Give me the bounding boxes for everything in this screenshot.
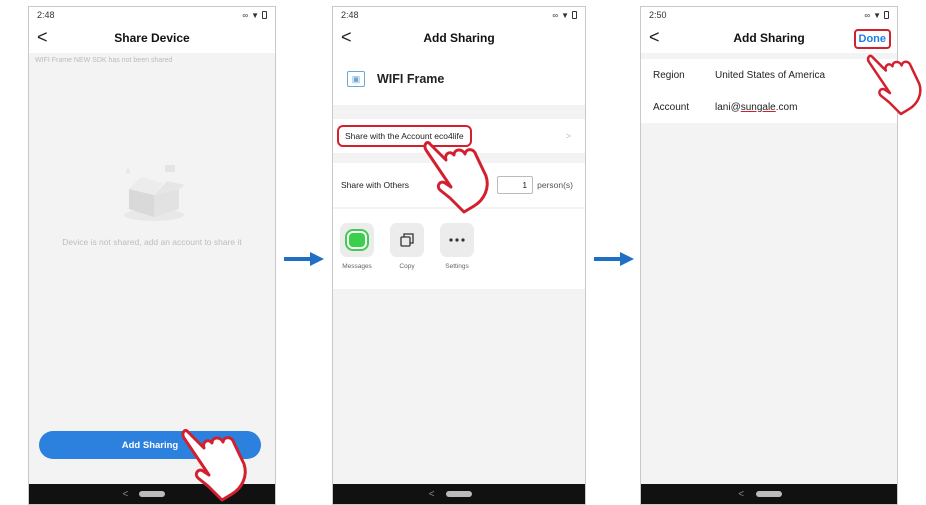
- empty-state-text: Device is not shared, add an account to …: [62, 237, 242, 247]
- link-icon: ∞: [552, 10, 559, 20]
- back-icon[interactable]: <: [341, 27, 352, 47]
- share-others-label: Share with Others: [341, 180, 410, 190]
- battery-icon: [572, 11, 577, 19]
- account-domain: sungale: [740, 101, 776, 113]
- back-icon[interactable]: <: [37, 27, 48, 47]
- copy-icon: [390, 223, 424, 257]
- picture-frame-icon: ▣: [347, 71, 365, 87]
- nav-back-icon[interactable]: <: [429, 489, 435, 500]
- back-icon[interactable]: <: [649, 27, 660, 47]
- person-count-input[interactable]: 1: [497, 176, 534, 194]
- battery-icon: [884, 11, 889, 19]
- status-time: 2:50: [649, 10, 667, 20]
- account-suffix: .com: [775, 101, 798, 113]
- nav-back-icon[interactable]: <: [122, 489, 128, 500]
- wifi-icon: ▼: [873, 10, 881, 20]
- wifi-icon: ▼: [561, 10, 569, 20]
- status-bar: 2:48 ∞ ▼: [29, 7, 275, 23]
- pointing-hand-icon: [181, 429, 247, 502]
- nav-home-pill[interactable]: [446, 491, 472, 497]
- battery-icon: [262, 11, 267, 19]
- status-icons: ∞ ▼: [864, 11, 889, 20]
- system-nav-bar: <: [641, 484, 897, 504]
- account-row: Account lani@sungale.com: [641, 91, 897, 123]
- region-label: Region: [653, 69, 685, 81]
- wifi-icon: ▼: [251, 10, 259, 20]
- nav-bar: < Add Sharing Done: [641, 23, 897, 53]
- person-unit: person(s): [537, 180, 573, 190]
- status-icons: ∞ ▼: [242, 11, 267, 20]
- empty-box-icon: [124, 165, 185, 221]
- status-time: 2:48: [341, 10, 359, 20]
- page-title: Share Device: [114, 31, 190, 45]
- status-icons: ∞ ▼: [552, 11, 577, 20]
- nav-home-pill[interactable]: [756, 491, 782, 497]
- share-target-settings[interactable]: Settings: [439, 223, 475, 289]
- messages-icon: [340, 223, 374, 257]
- person-count-group: 1 person(s): [497, 176, 573, 194]
- share-target-label: Messages: [342, 263, 372, 270]
- step-arrow-icon: [284, 252, 324, 266]
- add-sharing-content: ▣ WIFI Frame Share with the Account eco4…: [333, 53, 585, 484]
- step-arrow-icon: [594, 252, 634, 266]
- tutorial-stage: 2:48 ∞ ▼ < Share Device WIFI Frame NEW S…: [0, 0, 926, 505]
- share-target-label: Copy: [399, 263, 415, 270]
- nav-bar: < Share Device: [29, 23, 275, 53]
- pointing-hand-icon: [866, 54, 922, 116]
- nav-home-pill[interactable]: [139, 491, 165, 497]
- region-value: United States of America: [715, 69, 826, 81]
- status-time: 2:48: [37, 10, 55, 20]
- page-title: Add Sharing: [733, 31, 805, 45]
- account-form: Region United States of America Account …: [641, 59, 897, 123]
- device-name: WIFI Frame: [377, 72, 445, 86]
- chevron-right-icon: >: [565, 131, 571, 141]
- status-bar: 2:50 ∞ ▼: [641, 7, 897, 23]
- not-shared-info: WIFI Frame NEW SDK has not been shared: [35, 57, 173, 64]
- nav-back-icon[interactable]: <: [738, 489, 744, 500]
- status-bar: 2:48 ∞ ▼: [333, 7, 585, 23]
- share-target-label: Settings: [445, 263, 469, 270]
- more-icon: [440, 223, 474, 257]
- link-icon: ∞: [864, 10, 871, 20]
- phone-add-sharing-form: 2:50 ∞ ▼ < Add Sharing Done Region Unite…: [640, 6, 898, 505]
- account-prefix: lani@: [715, 101, 741, 113]
- share-target-copy[interactable]: Copy: [389, 223, 425, 289]
- page-title: Add Sharing: [423, 31, 495, 45]
- pointing-hand-icon: [423, 141, 489, 214]
- nav-bar: < Add Sharing: [333, 23, 585, 53]
- phone-add-sharing: 2:48 ∞ ▼ < Add Sharing ▣ WIFI Frame Shar…: [332, 6, 586, 505]
- share-device-content: WIFI Frame NEW SDK has not been shared D…: [29, 53, 275, 484]
- share-targets: Messages Copy Settings: [333, 209, 585, 289]
- device-header: ▣ WIFI Frame: [333, 53, 585, 105]
- account-form-content: Region United States of America Account …: [641, 53, 897, 484]
- region-row[interactable]: Region United States of America: [641, 59, 897, 91]
- system-nav-bar: <: [333, 484, 585, 504]
- share-target-messages[interactable]: Messages: [339, 223, 375, 289]
- account-input[interactable]: lani@sungale.com: [715, 102, 797, 113]
- link-icon: ∞: [242, 10, 249, 20]
- account-label: Account: [653, 101, 690, 113]
